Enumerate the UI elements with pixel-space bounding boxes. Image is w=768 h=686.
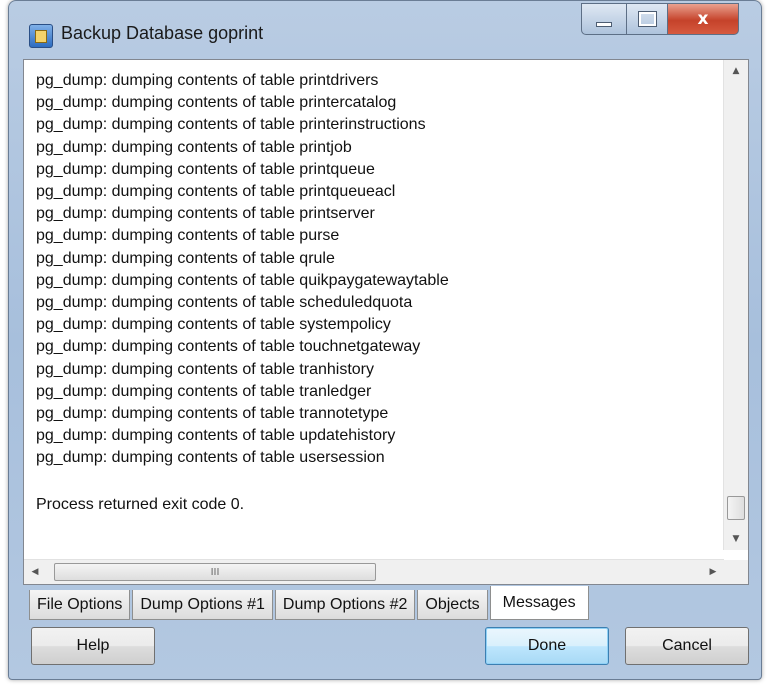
minimize-button[interactable]	[581, 3, 627, 35]
close-icon: x	[697, 9, 709, 29]
window-title: Backup Database goprint	[61, 23, 264, 43]
minimize-icon	[596, 21, 612, 27]
close-button[interactable]: x	[667, 3, 739, 35]
log-line: pg_dump: dumping contents of table tranl…	[36, 382, 372, 400]
tab-file-options[interactable]: File Options	[29, 590, 131, 620]
maximize-button[interactable]	[626, 3, 668, 35]
log-line: pg_dump: dumping contents of table print…	[36, 94, 397, 112]
log-line: pg_dump: dumping contents of table qrule	[36, 249, 335, 267]
help-button[interactable]: Help	[31, 627, 155, 665]
log-line: pg_dump: dumping contents of table sched…	[36, 294, 413, 312]
backup-dialog: Backup Database goprint x pg_dump: dumpi…	[8, 0, 762, 680]
tab-strip: File Options Dump Options #1 Dump Options …	[29, 586, 591, 620]
log-line: pg_dump: dumping contents of table print…	[36, 138, 352, 156]
cancel-button[interactable]: Cancel	[625, 627, 749, 665]
log-line: pg_dump: dumping contents of table users…	[36, 449, 385, 467]
horizontal-scrollbar[interactable]: ◀ III ▶	[24, 559, 724, 584]
log-line: pg_dump: dumping contents of table syste…	[36, 316, 391, 334]
maximize-icon	[637, 11, 657, 27]
messages-panel: pg_dump: dumping contents of table print…	[23, 59, 749, 585]
log-line: pg_dump: dumping contents of table print…	[36, 116, 426, 134]
message-log: pg_dump: dumping contents of table print…	[36, 70, 449, 470]
log-line: pg_dump: dumping contents of table purse	[36, 227, 340, 245]
log-line: pg_dump: dumping contents of table print…	[36, 160, 375, 178]
log-line: pg_dump: dumping contents of table quikp…	[36, 271, 449, 289]
done-button[interactable]: Done	[485, 627, 609, 665]
vertical-scrollbar[interactable]: ▲ ▼	[723, 60, 748, 550]
scroll-right-arrow-icon[interactable]: ▶	[702, 560, 724, 584]
exit-code-message: Process returned exit code 0.	[36, 496, 245, 513]
log-line: pg_dump: dumping contents of table updat…	[36, 427, 396, 445]
log-line: pg_dump: dumping contents of table trann…	[36, 405, 389, 423]
vertical-scroll-thumb[interactable]	[727, 496, 745, 520]
horizontal-scroll-thumb[interactable]: III	[54, 563, 376, 581]
scroll-grip: III	[210, 566, 220, 578]
database-backup-icon	[29, 24, 53, 48]
log-line: pg_dump: dumping contents of table print…	[36, 205, 375, 223]
log-line: pg_dump: dumping contents of table print…	[36, 183, 396, 201]
log-line: pg_dump: dumping contents of table touch…	[36, 338, 421, 356]
tab-objects[interactable]: Objects	[417, 590, 488, 620]
log-line: pg_dump: dumping contents of table print…	[36, 72, 379, 89]
tab-dump-options-1[interactable]: Dump Options #1	[132, 590, 273, 620]
scroll-left-arrow-icon[interactable]: ◀	[24, 560, 46, 584]
tab-dump-options-2[interactable]: Dump Options #2	[274, 590, 416, 620]
log-line: pg_dump: dumping contents of table tranh…	[36, 360, 374, 378]
scroll-up-arrow-icon[interactable]: ▲	[724, 60, 748, 82]
scroll-corner	[724, 560, 748, 584]
scroll-down-arrow-icon[interactable]: ▼	[724, 528, 748, 550]
tab-messages[interactable]: Messages	[489, 586, 589, 620]
title-bar[interactable]: Backup Database goprint x	[9, 1, 761, 57]
